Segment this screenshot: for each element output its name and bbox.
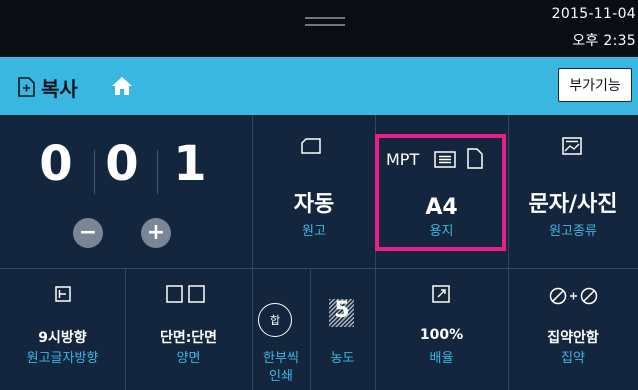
density-label: 농도: [330, 351, 355, 366]
status-time: 오후 2:35: [572, 33, 636, 49]
orientation-value: 9시방향: [38, 330, 87, 346]
zoom-label: 배율: [429, 351, 454, 366]
page-title: 복사: [41, 77, 78, 101]
copy-icon: [18, 77, 35, 97]
nup-label: 집약: [561, 351, 585, 366]
duplex-icon: [166, 285, 205, 303]
original-value: 자동: [293, 192, 335, 217]
col-divider: [310, 268, 311, 390]
digit-separator: [157, 150, 158, 194]
duplex-label: 양면: [176, 351, 201, 366]
status-bar: 2015-11-04 오후 2:35: [0, 0, 638, 57]
drag-handle[interactable]: [305, 17, 345, 26]
extra-features-button[interactable]: 부가기능: [558, 68, 632, 102]
title-bar: 복사 부가기능: [0, 57, 638, 115]
zoom-icon: [432, 285, 450, 303]
orientation-label: 원고글자방향: [26, 351, 99, 366]
nup-icon: [549, 287, 598, 305]
density-value: 5: [334, 298, 350, 323]
row-divider: [0, 268, 638, 269]
copy-count-digit[interactable]: 0: [102, 136, 142, 192]
image-icon: [562, 137, 582, 155]
settings-panel: 0 0 1 − + 자동 원고 MPT A4 용지 문자/사진 원고종류 9시방…: [0, 115, 638, 390]
collate-icon: 합: [258, 303, 292, 337]
collate-label-line1: 한부씩: [263, 351, 299, 366]
original-icon: [301, 138, 321, 154]
original-type-value: 문자/사진: [528, 192, 618, 217]
original-type-label: 원고종류: [549, 224, 597, 239]
copy-count-digit[interactable]: 0: [36, 136, 76, 192]
digit-separator: [94, 150, 95, 194]
selection-highlight: [375, 134, 506, 251]
copy-count-digit[interactable]: 1: [170, 136, 210, 192]
orientation-icon: [55, 286, 71, 302]
collate-label-line2: 인쇄: [269, 369, 293, 384]
increase-button[interactable]: +: [141, 218, 171, 248]
duplex-value: 단면:단면: [159, 330, 218, 346]
zoom-value: 100%: [419, 327, 464, 343]
home-icon[interactable]: [111, 76, 133, 96]
decrease-button[interactable]: −: [73, 218, 103, 248]
nup-value: 집약안함: [547, 330, 599, 346]
original-label: 원고: [302, 224, 326, 239]
status-date: 2015-11-04: [551, 6, 636, 22]
